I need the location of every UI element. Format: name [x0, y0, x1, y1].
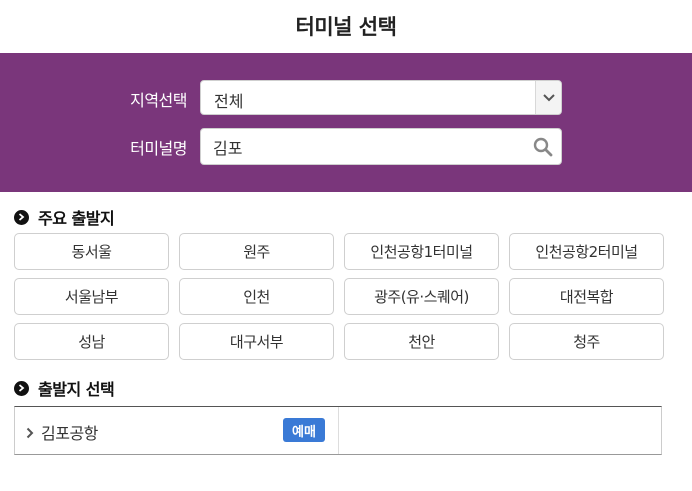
- chevron-down-icon[interactable]: [535, 81, 561, 114]
- departure-select-heading: 출발지 선택: [14, 376, 115, 400]
- terminal-button[interactable]: 대전복합: [509, 278, 664, 315]
- search-icon[interactable]: [533, 137, 553, 157]
- major-departures-heading: 주요 출발지: [14, 205, 115, 229]
- terminal-button[interactable]: 천안: [344, 323, 499, 360]
- region-row: 지역선택 전체: [0, 80, 692, 116]
- page-title: 터미널 선택: [295, 15, 397, 39]
- terminal-button[interactable]: 서울남부: [14, 278, 169, 315]
- terminal-button[interactable]: 광주(유·스퀘어): [344, 278, 499, 315]
- terminal-button[interactable]: 인천: [179, 278, 334, 315]
- terminal-button[interactable]: 인천공항2터미널: [509, 233, 664, 270]
- terminal-button[interactable]: 청주: [509, 323, 664, 360]
- major-terminal-grid: 동서울 원주 인천공항1터미널 인천공항2터미널 서울남부 인천 광주(유·스퀘…: [14, 233, 675, 360]
- title-bar: 터미널 선택: [0, 0, 692, 52]
- region-select-value: 전체: [214, 92, 244, 111]
- circle-arrow-icon: [14, 209, 29, 225]
- terminal-button[interactable]: 원주: [179, 233, 334, 270]
- chevron-right-icon: [26, 424, 34, 443]
- major-departures-title: 주요 출발지: [38, 209, 115, 228]
- terminal-name-row: 터미널명: [0, 128, 692, 165]
- terminal-button[interactable]: 대구서부: [179, 323, 334, 360]
- terminal-button[interactable]: 동서울: [14, 233, 169, 270]
- departure-select-title: 출발지 선택: [38, 380, 115, 399]
- terminal-name-label: 터미널명: [130, 139, 187, 158]
- departure-result-table: 김포공항 예매: [14, 406, 662, 455]
- departure-name[interactable]: 김포공항: [41, 420, 98, 444]
- departure-result-item[interactable]: 김포공항 예매: [15, 407, 339, 454]
- terminal-name-input[interactable]: [213, 136, 513, 158]
- reservation-badge[interactable]: 예매: [283, 418, 325, 442]
- circle-arrow-icon: [14, 380, 29, 396]
- region-label: 지역선택: [130, 91, 187, 110]
- terminal-button[interactable]: 인천공항1터미널: [344, 233, 499, 270]
- search-panel: 지역선택 전체 터미널명: [0, 53, 692, 192]
- region-select[interactable]: 전체: [200, 80, 562, 115]
- terminal-button[interactable]: 성남: [14, 323, 169, 360]
- terminal-name-field[interactable]: [200, 128, 562, 165]
